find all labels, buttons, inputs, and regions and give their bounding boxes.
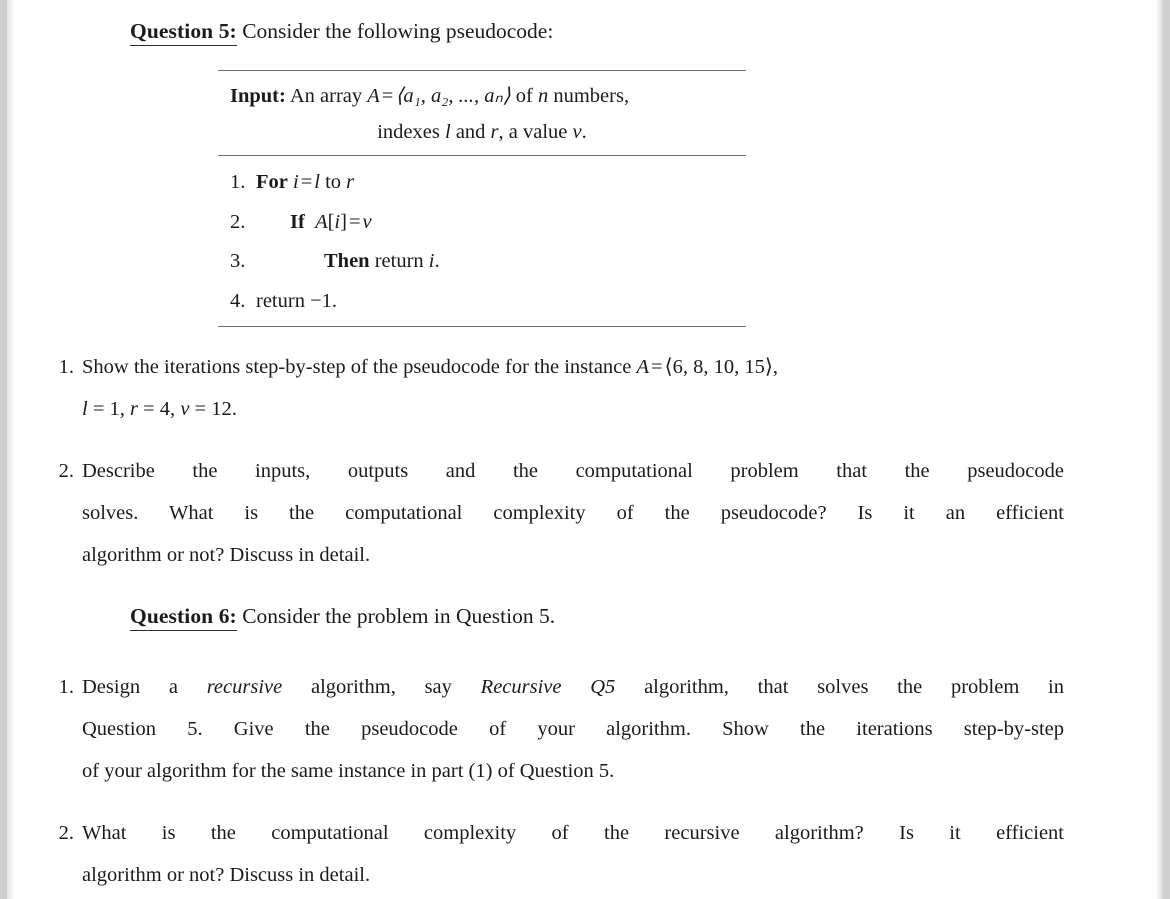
q5-item-1-v-value: = 12. (194, 398, 237, 420)
step-1-var-i: i (293, 171, 299, 193)
step-3-keyword: Then (324, 250, 370, 272)
q5-item-1-var-v: v (180, 398, 190, 420)
q5-item-1-l-value: = 1, (92, 398, 125, 420)
input-text-c: numbers, (553, 85, 630, 107)
q6-item-1-marker: 1. (58, 676, 74, 698)
document-viewport: Question 5: Consider the following pseud… (0, 0, 1170, 899)
q5-item-1-var-A: A (636, 356, 650, 378)
input-line2-period: . (581, 120, 587, 143)
step-3-return: return (374, 250, 424, 272)
q6-item-1-italic-algorithm-name: Recursive Q5 (480, 676, 616, 698)
question-5-prompt: Consider the following pseudocode: (242, 19, 554, 43)
input-text-b: of (515, 85, 533, 107)
step-1-to: to (325, 171, 342, 193)
list-item: 1. Design a recursive algorithm, say Rec… (44, 666, 1064, 792)
q5-item-2-marker: 2. (58, 460, 74, 482)
input-var-r: r (490, 120, 499, 143)
step-4-text: return −1. (256, 289, 338, 312)
pseudocode-block: Input: An array A=⟨a₁, a₂, ..., aₙ⟩ of n… (218, 70, 746, 327)
q5-item-1-array: ⟨6, 8, 10, 15⟩, (664, 356, 778, 378)
question-5-item-list: 1. Show the iterations step-by-step of t… (44, 346, 1064, 576)
step-2-bracket-close: ] (340, 210, 347, 233)
step-4-number: 4. (230, 289, 246, 312)
input-label: Input: (230, 85, 286, 107)
step-2-keyword: If (290, 210, 305, 233)
pseudocode-step-1: 1. For i=l to r (218, 156, 746, 193)
question-6-prompt: Consider the problem in Question 5. (242, 604, 556, 628)
question-6-item-list: 1. Design a recursive algorithm, say Rec… (44, 666, 1064, 896)
q6-item-1-text-b: algorithm, say (310, 676, 452, 698)
q5-item-2-line-3: algorithm or not? Discuss in detail. (82, 544, 371, 566)
question-6-heading: Question 6: Consider the problem in Ques… (130, 604, 1060, 631)
input-value-text: , a value (498, 120, 568, 143)
input-var-n: n (537, 85, 549, 107)
step-4-minus-one: −1 (310, 289, 332, 312)
list-item: 2. What is the computational complexity … (44, 812, 1064, 896)
q6-item-1-text-a: Design a (82, 676, 178, 698)
input-eq: = (381, 85, 394, 107)
q6-item-1-text-c: algorithm, that solves the problem in (644, 676, 1065, 698)
q5-item-1-marker: 1. (58, 356, 74, 378)
question-6-heading-block: Question 6: Consider the problem in Ques… (130, 604, 1060, 631)
pseudocode-rule-bottom (218, 326, 746, 327)
input-var-v: v (572, 120, 582, 143)
step-1-eq: = (300, 171, 313, 193)
q5-item-1-line-1: Show the iterations step-by-step of the … (82, 346, 1064, 388)
question-5-heading-block: Question 5: Consider the following pseud… (130, 19, 1060, 46)
document-page: Question 5: Consider the following pseud… (14, 0, 1156, 899)
q5-item-1-var-r: r (130, 398, 138, 420)
question-6-label: Question 6: (130, 604, 237, 631)
pseudocode-step-4: 4. return −1. (218, 272, 746, 327)
step-2-var-A: A (315, 210, 328, 233)
q5-item-2-line-2: solves. What is the computational comple… (82, 502, 1064, 524)
input-var-A: A (367, 85, 380, 107)
q6-item-1-line-1: Design a recursive algorithm, say Recurs… (82, 666, 1064, 708)
question-5-heading: Question 5: Consider the following pseud… (130, 19, 1060, 46)
step-1-text: For i=l to r (256, 172, 354, 193)
q6-item-2-line-2: algorithm or not? Discuss in detail. (82, 864, 371, 886)
pseudocode-step-2: 2. If A[i]=v (218, 193, 746, 233)
step-2-text: If A[i]=v (256, 210, 372, 233)
pseudocode-step-3: 3. Then return i. (218, 232, 746, 272)
input-array-notation: ⟨a₁, a₂, ..., aₙ⟩ (395, 85, 511, 107)
q5-item-1-text-a: Show the iterations step-by-step of the … (82, 356, 632, 378)
q6-item-1-line-2: Question 5. Give the pseudocode of your … (82, 718, 1064, 740)
q5-item-2-line-1: Describe the inputs, outputs and the com… (82, 460, 1064, 482)
q5-item-1-r-value: = 4, (143, 398, 176, 420)
q5-item-1-line-2: l = 1, r = 4, v = 12. (82, 388, 1064, 430)
q6-item-2-marker: 2. (58, 822, 74, 844)
q5-item-1-var-l: l (82, 398, 88, 420)
q6-item-1-line-3: of your algorithm for the same instance … (82, 760, 615, 782)
pseudocode-steps: 1. For i=l to r 2. If A[i]=v 3. Then ret… (218, 156, 746, 326)
step-3-number: 3. (230, 250, 246, 272)
input-and-text: and (455, 120, 486, 143)
step-1-var-l: l (314, 171, 320, 193)
step-1-number: 1. (230, 171, 246, 193)
list-item: 2. Describe the inputs, outputs and the … (44, 450, 1064, 576)
pseudocode-input-line-2: indexes l and r, a value v. (218, 107, 746, 156)
input-var-l: l (444, 120, 451, 143)
q5-item-1-eq: = (651, 356, 663, 378)
step-3-period: . (434, 250, 440, 272)
input-text-a: An array (289, 85, 363, 107)
question-5-items-block: 1. Show the iterations step-by-step of t… (44, 346, 1064, 576)
pseudocode-input-spec: Input: An array A=⟨a₁, a₂, ..., aₙ⟩ of n… (218, 71, 746, 155)
step-1-var-r: r (346, 171, 355, 193)
list-item: 1. Show the iterations step-by-step of t… (44, 346, 1064, 430)
step-2-var-v: v (362, 210, 372, 233)
q6-item-2-line-1: What is the computational complexity of … (82, 822, 1064, 844)
question-6-items-block: 1. Design a recursive algorithm, say Rec… (44, 666, 1064, 896)
step-4-period: . (331, 289, 338, 312)
q6-item-1-italic-recursive: recursive (206, 676, 283, 698)
step-2-eq: = (348, 210, 361, 233)
question-5-label: Question 5: (130, 19, 237, 46)
pseudocode-input-line-1: Input: An array A=⟨a₁, a₂, ..., aₙ⟩ of n… (218, 71, 746, 107)
step-4-return: return (256, 289, 305, 312)
input-indexes-text: indexes (377, 120, 440, 143)
step-2-number: 2. (230, 210, 246, 233)
step-3-text: Then return i. (256, 251, 440, 272)
step-1-keyword: For (256, 171, 288, 193)
